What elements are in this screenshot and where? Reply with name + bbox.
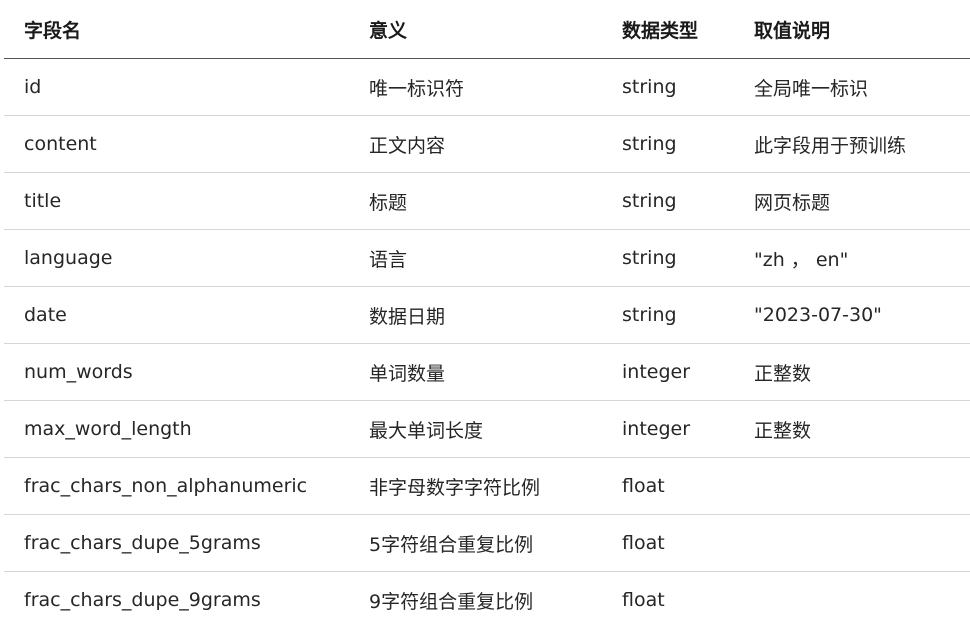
cell-value-description xyxy=(734,458,970,515)
cell-meaning: 最大单词长度 xyxy=(349,401,602,458)
cell-value-description xyxy=(734,515,970,572)
table-row: title标题string网页标题 xyxy=(4,173,970,230)
cell-meaning: 唯一标识符 xyxy=(349,59,602,116)
cell-meaning: 数据日期 xyxy=(349,287,602,344)
cell-value-description: 网页标题 xyxy=(734,173,970,230)
cell-field-name: id xyxy=(4,59,349,116)
cell-meaning: 非字母数字字符比例 xyxy=(349,458,602,515)
cell-data-type: float xyxy=(602,515,734,572)
cell-data-type: string xyxy=(602,116,734,173)
table-row: content正文内容string此字段用于预训练 xyxy=(4,116,970,173)
cell-meaning: 正文内容 xyxy=(349,116,602,173)
header-value-description: 取值说明 xyxy=(734,0,970,59)
cell-field-name: title xyxy=(4,173,349,230)
cell-value-description: "2023-07-30" xyxy=(734,287,970,344)
cell-value-description: 此字段用于预训练 xyxy=(734,116,970,173)
table-header-row: 字段名 意义 数据类型 取值说明 xyxy=(4,0,970,59)
cell-meaning: 语言 xyxy=(349,230,602,287)
cell-meaning: 5字符组合重复比例 xyxy=(349,515,602,572)
table-row: max_word_length最大单词长度integer正整数 xyxy=(4,401,970,458)
cell-data-type: float xyxy=(602,572,734,628)
cell-value-description: 正整数 xyxy=(734,401,970,458)
header-data-type: 数据类型 xyxy=(602,0,734,59)
cell-value-description: 正整数 xyxy=(734,344,970,401)
cell-field-name: language xyxy=(4,230,349,287)
cell-field-name: date xyxy=(4,287,349,344)
header-field-name: 字段名 xyxy=(4,0,349,59)
cell-field-name: max_word_length xyxy=(4,401,349,458)
cell-data-type: string xyxy=(602,287,734,344)
table-row: frac_chars_dupe_5grams5字符组合重复比例float xyxy=(4,515,970,572)
cell-meaning: 单词数量 xyxy=(349,344,602,401)
cell-data-type: integer xyxy=(602,401,734,458)
table-row: num_words单词数量integer正整数 xyxy=(4,344,970,401)
cell-field-name: num_words xyxy=(4,344,349,401)
cell-data-type: integer xyxy=(602,344,734,401)
cell-field-name: frac_chars_dupe_5grams xyxy=(4,515,349,572)
field-schema-table: 字段名 意义 数据类型 取值说明 id唯一标识符string全局唯一标识cont… xyxy=(4,0,970,628)
cell-meaning: 标题 xyxy=(349,173,602,230)
cell-field-name: content xyxy=(4,116,349,173)
cell-data-type: string xyxy=(602,173,734,230)
cell-meaning: 9字符组合重复比例 xyxy=(349,572,602,628)
table-row: id唯一标识符string全局唯一标识 xyxy=(4,59,970,116)
table-row: date数据日期string"2023-07-30" xyxy=(4,287,970,344)
cell-data-type: string xyxy=(602,230,734,287)
table-row: frac_chars_non_alphanumeric非字母数字字符比例floa… xyxy=(4,458,970,515)
header-meaning: 意义 xyxy=(349,0,602,59)
table-row: language语言string"zh ， en" xyxy=(4,230,970,287)
cell-data-type: float xyxy=(602,458,734,515)
cell-value-description xyxy=(734,572,970,628)
cell-field-name: frac_chars_dupe_9grams xyxy=(4,572,349,628)
cell-value-description: 全局唯一标识 xyxy=(734,59,970,116)
cell-value-description: "zh ， en" xyxy=(734,230,970,287)
cell-data-type: string xyxy=(602,59,734,116)
table-row: frac_chars_dupe_9grams9字符组合重复比例float xyxy=(4,572,970,628)
cell-field-name: frac_chars_non_alphanumeric xyxy=(4,458,349,515)
